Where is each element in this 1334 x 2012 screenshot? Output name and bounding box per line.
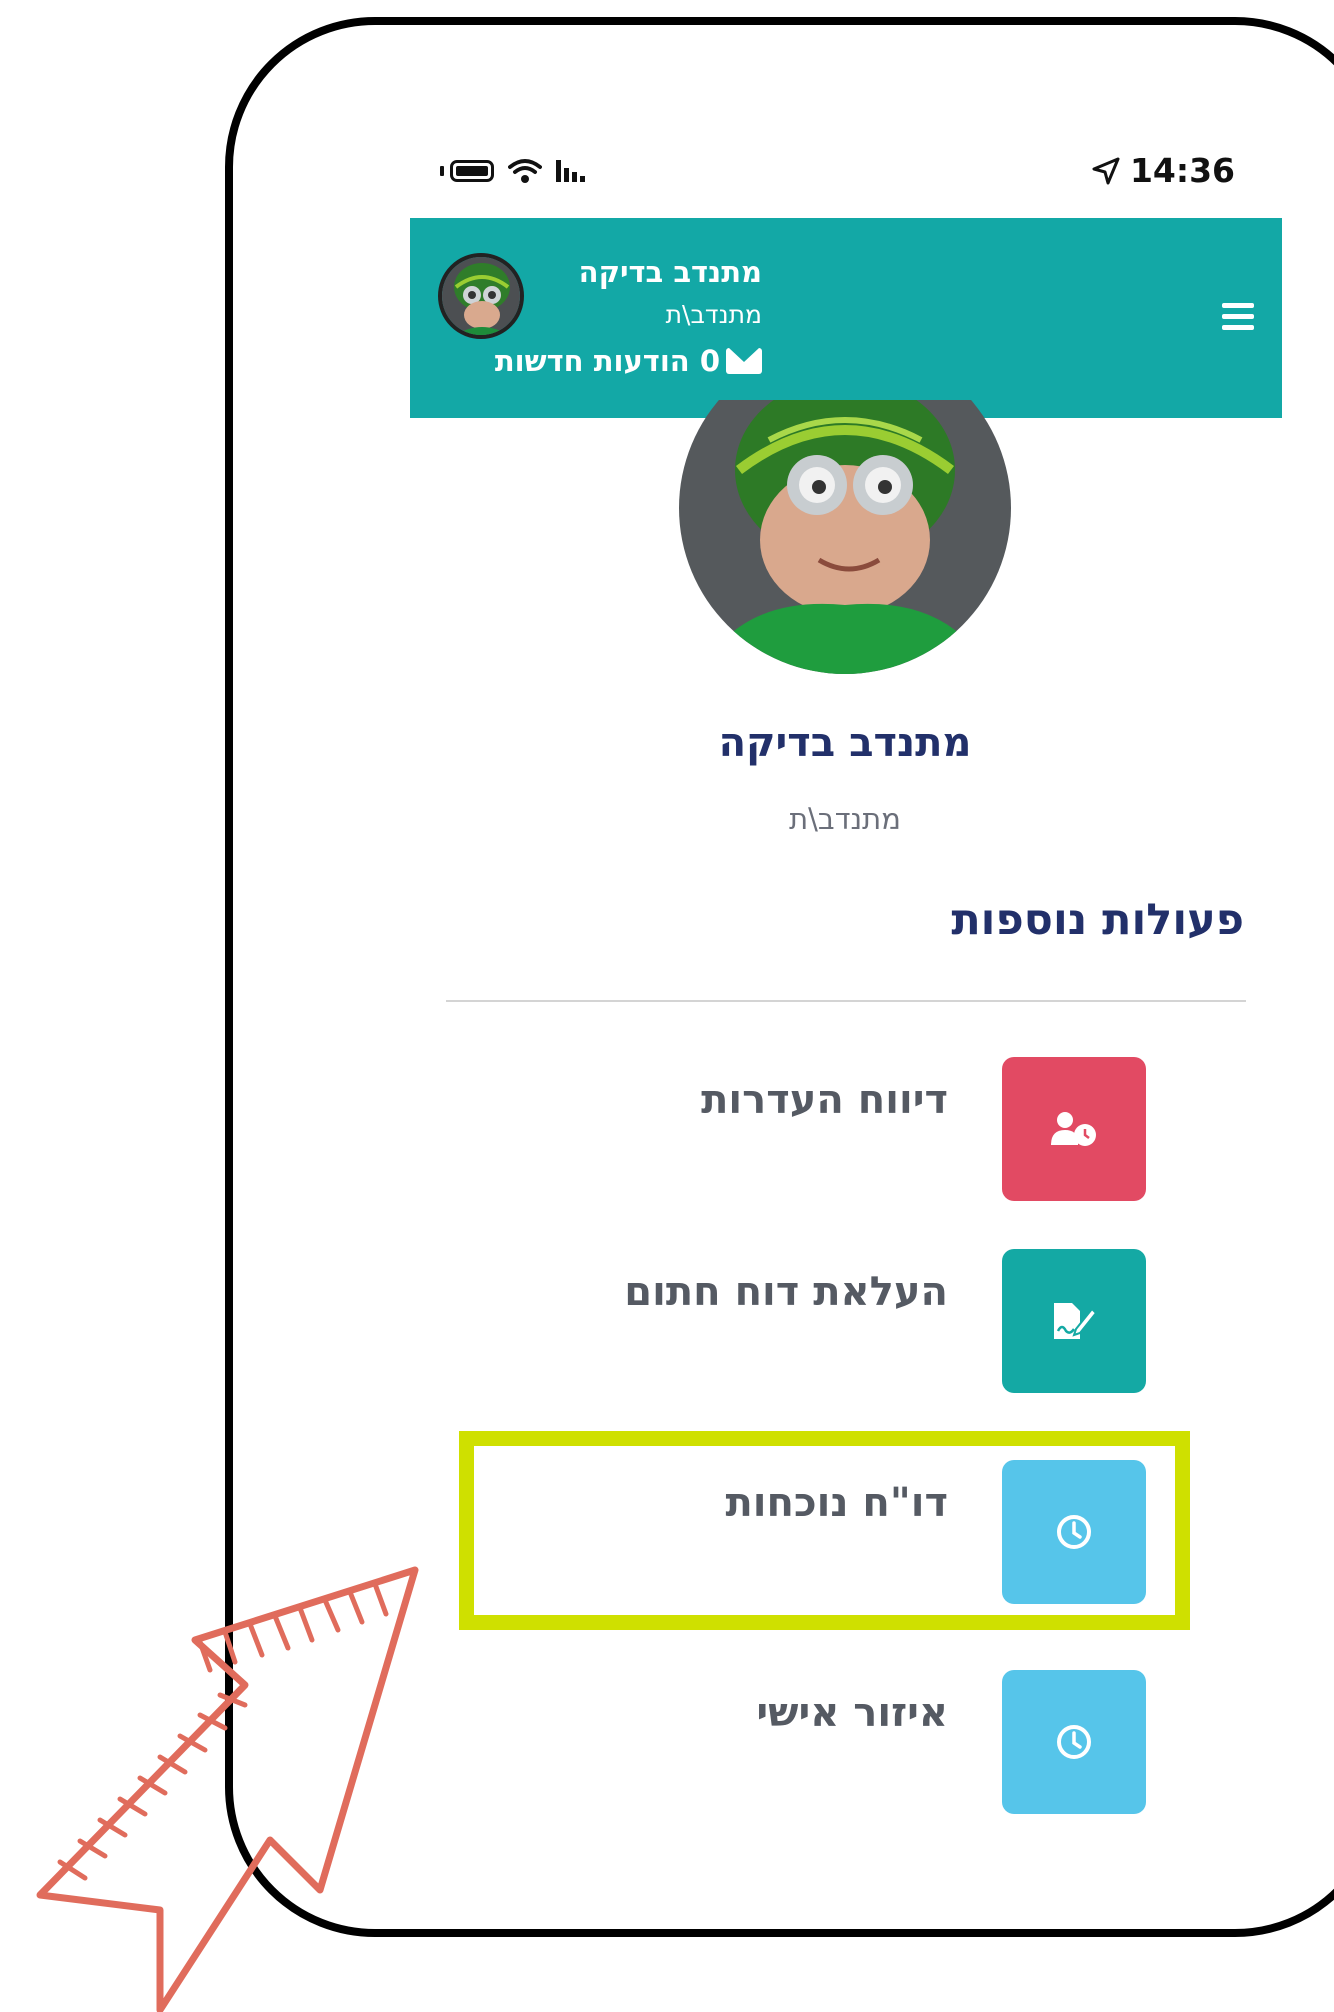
battery-icon — [440, 159, 494, 182]
action-personal-area[interactable]: איזור אישי — [446, 1670, 1146, 1815]
divider — [446, 1000, 1246, 1002]
annotation-arrow-icon — [36, 1566, 419, 2012]
highlight-box — [459, 1431, 1190, 1630]
hamburger-menu-icon[interactable] — [1222, 303, 1254, 331]
profile-avatar — [679, 400, 1011, 675]
action-label: איזור אישי — [756, 1690, 948, 1736]
status-time: 14:36 — [1129, 151, 1235, 190]
header-avatar[interactable] — [438, 253, 524, 339]
section-title: פעולות נוספות — [951, 895, 1244, 945]
status-time-group: 14:36 — [1092, 151, 1235, 190]
wifi-icon — [508, 158, 542, 183]
action-label: העלאת דוח חתום — [624, 1269, 948, 1315]
header-user-role: מתנדב\ת — [665, 300, 762, 329]
app-header: מתנדב בדיקה מתנדב\ת 0 הודעות חדשות — [410, 218, 1282, 418]
action-absence-report[interactable]: דיווח העדרות — [446, 1057, 1146, 1202]
profile-role: מתנדב\ת — [789, 802, 901, 836]
header-user-name: מתנדב בדיקה — [578, 255, 762, 289]
status-icons — [440, 158, 585, 184]
action-label: דיווח העדרות — [701, 1077, 948, 1123]
profile-name: מתנדב בדיקה — [718, 720, 972, 766]
action-upload-signed-report[interactable]: העלאת דוח חתום — [446, 1249, 1146, 1394]
status-bar: 14:36 — [440, 148, 1235, 193]
file-signature-icon — [1052, 1301, 1096, 1341]
signal-icon — [556, 159, 585, 182]
action-tile[interactable] — [1002, 1670, 1146, 1814]
user-clock-icon — [1051, 1111, 1097, 1147]
messages-label: 0 הודעות חדשות — [494, 344, 720, 378]
messages-link[interactable]: 0 הודעות חדשות — [495, 344, 762, 378]
action-tile[interactable] — [1002, 1249, 1146, 1393]
location-arrow-icon — [1092, 157, 1120, 184]
clock-icon — [1056, 1724, 1092, 1760]
envelope-icon — [726, 348, 762, 374]
action-tile[interactable] — [1002, 1057, 1146, 1201]
